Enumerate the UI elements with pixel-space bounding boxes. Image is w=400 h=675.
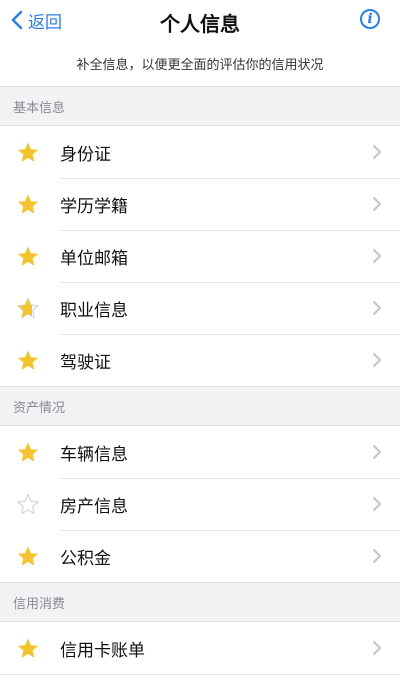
star-filled-icon [16,441,40,463]
chevron-right-icon [372,352,382,368]
list-item[interactable]: 学历学籍 [0,178,400,230]
star-empty-icon [16,493,40,515]
sections-container: 基本信息身份证学历学籍单位邮箱职业信息驾驶证资产情况车辆信息房产信息公积金信用消… [0,87,400,675]
list-item-label: 房产信息 [60,496,128,517]
list-item-label: 单位邮箱 [60,248,128,269]
list-item[interactable]: 身份证 [0,126,400,178]
section-group: 身份证学历学籍单位邮箱职业信息驾驶证 [0,125,400,387]
chevron-right-icon [372,300,382,316]
list-item[interactable]: 信用卡账单 [0,622,400,674]
star-filled-icon [16,637,40,659]
section-group: 车辆信息房产信息公积金 [0,425,400,583]
list-item[interactable]: 职业信息 [0,282,400,334]
nav-bar: 返回 个人信息 i [0,0,400,40]
list-item-label: 职业信息 [60,300,128,321]
list-item-label: 车辆信息 [60,444,128,465]
list-item[interactable]: 驾驶证 [0,334,400,386]
list-item[interactable]: 车辆信息 [0,426,400,478]
chevron-right-icon [372,248,382,264]
section-header: 资产情况 [0,387,400,425]
section-header: 基本信息 [0,87,400,125]
list-item-label: 驾驶证 [60,352,111,373]
list-item[interactable]: 公积金 [0,530,400,582]
list-item[interactable]: 房产信息 [0,478,400,530]
list-item-label: 学历学籍 [60,196,128,217]
chevron-right-icon [372,444,382,460]
list-item-label: 身份证 [60,144,111,165]
chevron-right-icon [372,196,382,212]
chevron-right-icon [372,144,382,160]
section-group: 信用卡账单 [0,621,400,675]
star-filled-icon [16,245,40,267]
list-item-label: 公积金 [60,548,111,569]
chevron-right-icon [372,640,382,656]
section-header: 信用消费 [0,583,400,621]
info-icon[interactable]: i [360,9,380,29]
star-half-icon [16,297,40,319]
star-filled-icon [16,141,40,163]
page-subtitle: 补全信息，以便更全面的评估你的信用状况 [0,40,400,87]
list-item-label: 信用卡账单 [60,640,145,661]
chevron-right-icon [372,496,382,512]
star-filled-icon [16,545,40,567]
star-filled-icon [16,349,40,371]
list-item[interactable]: 单位邮箱 [0,230,400,282]
chevron-right-icon [372,548,382,564]
page-title: 个人信息 [160,12,240,36]
star-filled-icon [16,193,40,215]
